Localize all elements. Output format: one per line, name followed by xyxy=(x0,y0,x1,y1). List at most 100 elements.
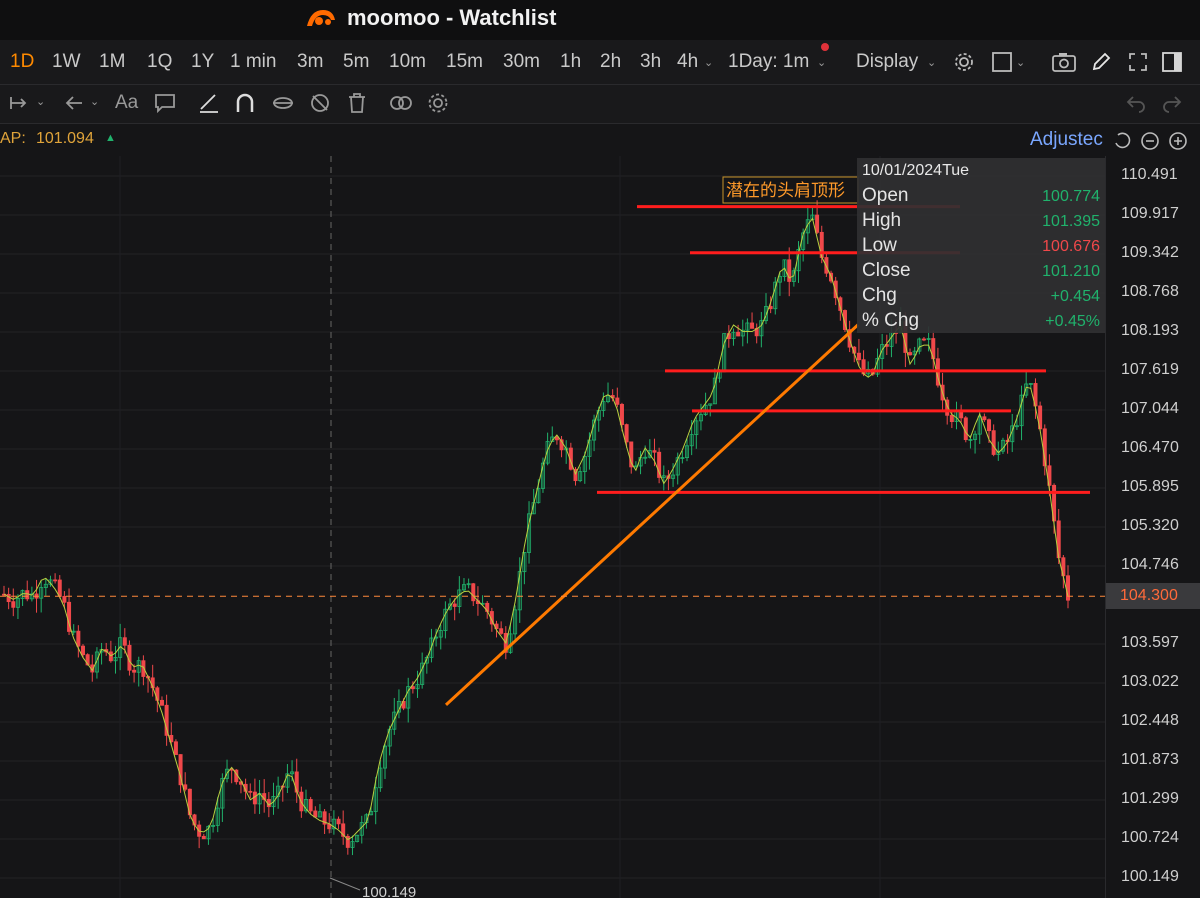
candle[interactable] xyxy=(982,413,987,422)
candle[interactable] xyxy=(745,318,750,344)
candle[interactable] xyxy=(11,588,16,617)
lock-drawings-icon[interactable] xyxy=(271,91,295,115)
candle[interactable] xyxy=(113,645,118,674)
trash-icon[interactable] xyxy=(345,91,369,115)
candle[interactable] xyxy=(336,816,341,829)
candle[interactable] xyxy=(917,337,922,355)
timeframe-3m[interactable]: 3m xyxy=(297,51,323,73)
candle[interactable] xyxy=(6,587,11,610)
timeframe-10m[interactable]: 10m xyxy=(389,51,426,73)
candle[interactable] xyxy=(1024,370,1029,398)
candle[interactable] xyxy=(396,689,401,719)
candle[interactable] xyxy=(294,758,299,803)
candle[interactable] xyxy=(183,772,188,792)
timeframe-more-chevron-icon[interactable]: ⌄ xyxy=(704,56,713,69)
candle[interactable] xyxy=(345,833,350,855)
magnet-icon[interactable] xyxy=(233,91,257,115)
candle[interactable] xyxy=(234,769,239,785)
undo-icon[interactable] xyxy=(1124,91,1148,115)
timeframe-1h[interactable]: 1h xyxy=(560,51,581,73)
candle[interactable] xyxy=(164,694,169,746)
candle[interactable] xyxy=(921,336,926,342)
candle[interactable] xyxy=(317,804,322,818)
candle[interactable] xyxy=(53,573,58,584)
timeframe-2h[interactable]: 2h xyxy=(600,51,621,73)
timeframe-3h[interactable]: 3h xyxy=(640,51,661,73)
reset-zoom-icon[interactable] xyxy=(1112,131,1132,151)
candle[interactable] xyxy=(908,348,913,356)
candle[interactable] xyxy=(513,605,518,641)
candle[interactable] xyxy=(173,739,178,756)
drawing-settings-gear-icon[interactable] xyxy=(426,91,450,115)
candle[interactable] xyxy=(661,465,666,491)
candle[interactable] xyxy=(257,779,262,815)
zoom-out-icon[interactable] xyxy=(1140,131,1160,151)
measure-tool-icon[interactable] xyxy=(8,91,32,115)
chart-style-icon[interactable] xyxy=(991,51,1013,73)
candle[interactable] xyxy=(759,311,764,348)
candle[interactable] xyxy=(991,424,996,457)
timeframe-1min[interactable]: 1 min xyxy=(230,51,276,73)
settings-gear-icon[interactable] xyxy=(953,51,975,73)
candle[interactable] xyxy=(331,810,336,835)
candle[interactable] xyxy=(480,595,485,605)
pencil-draw-icon[interactable] xyxy=(1090,51,1112,73)
candle[interactable] xyxy=(568,442,573,471)
candle[interactable] xyxy=(740,319,745,347)
timeframe-30m[interactable]: 30m xyxy=(503,51,540,73)
interval-chevron-down-icon[interactable]: ⌄ xyxy=(817,56,826,69)
measure-chevron-icon[interactable]: ⌄ xyxy=(36,95,45,108)
timeframe-15m[interactable]: 15m xyxy=(446,51,483,73)
candle[interactable] xyxy=(750,312,755,329)
timeframe-1m[interactable]: 1M xyxy=(99,51,125,73)
candle[interactable] xyxy=(373,776,378,825)
candle[interactable] xyxy=(1066,565,1071,609)
line-tool-icon[interactable] xyxy=(197,91,221,115)
candle[interactable] xyxy=(522,552,527,585)
candle[interactable] xyxy=(136,656,141,687)
candle[interactable] xyxy=(731,328,736,346)
candle[interactable] xyxy=(578,466,583,483)
candle[interactable] xyxy=(308,796,313,814)
zoom-in-icon[interactable] xyxy=(1168,131,1188,151)
candle[interactable] xyxy=(787,247,792,297)
display-menu[interactable]: Display xyxy=(856,51,918,73)
compare-icon[interactable] xyxy=(389,91,413,115)
trend-line[interactable] xyxy=(444,323,860,706)
candle[interactable] xyxy=(438,624,443,650)
candle[interactable] xyxy=(973,430,978,454)
candle[interactable] xyxy=(104,642,109,656)
candle[interactable] xyxy=(201,833,206,840)
candle[interactable] xyxy=(527,501,532,564)
timeframe-4h[interactable]: 4h xyxy=(677,51,698,73)
fullscreen-icon[interactable] xyxy=(1127,51,1149,73)
candle[interactable] xyxy=(197,820,202,849)
text-tool-icon[interactable]: Aa xyxy=(115,92,138,114)
candle[interactable] xyxy=(466,578,471,589)
pattern-annotation[interactable]: 潜在的头肩顶形 xyxy=(722,176,859,204)
candle[interactable] xyxy=(150,664,155,697)
candle[interactable] xyxy=(341,810,346,845)
redo-icon[interactable] xyxy=(1160,91,1184,115)
side-panel-toggle-icon[interactable] xyxy=(1161,51,1183,73)
timeframe-1q[interactable]: 1Q xyxy=(147,51,172,73)
timeframe-5m[interactable]: 5m xyxy=(343,51,369,73)
price-axis[interactable]: 104.300 110.491 109.917 109.342 108.768 108.… xyxy=(1105,156,1200,898)
candle[interactable] xyxy=(722,333,727,373)
candle[interactable] xyxy=(76,625,81,658)
candle[interactable] xyxy=(39,580,44,613)
chart-style-chevron-icon[interactable]: ⌄ xyxy=(1016,56,1025,69)
camera-icon[interactable] xyxy=(1051,51,1077,73)
candle[interactable] xyxy=(248,783,253,799)
timeframe-1y[interactable]: 1Y xyxy=(191,51,214,73)
display-chevron-down-icon[interactable]: ⌄ xyxy=(927,56,936,69)
candle[interactable] xyxy=(954,401,959,430)
candle[interactable] xyxy=(262,779,267,813)
adjusted-toggle[interactable]: Adjustec xyxy=(1030,129,1104,151)
candle[interactable] xyxy=(754,323,759,344)
candle[interactable] xyxy=(1000,437,1005,454)
candle[interactable] xyxy=(606,382,611,404)
candle[interactable] xyxy=(313,806,318,818)
candle[interactable] xyxy=(406,677,411,723)
candle[interactable] xyxy=(805,207,810,245)
